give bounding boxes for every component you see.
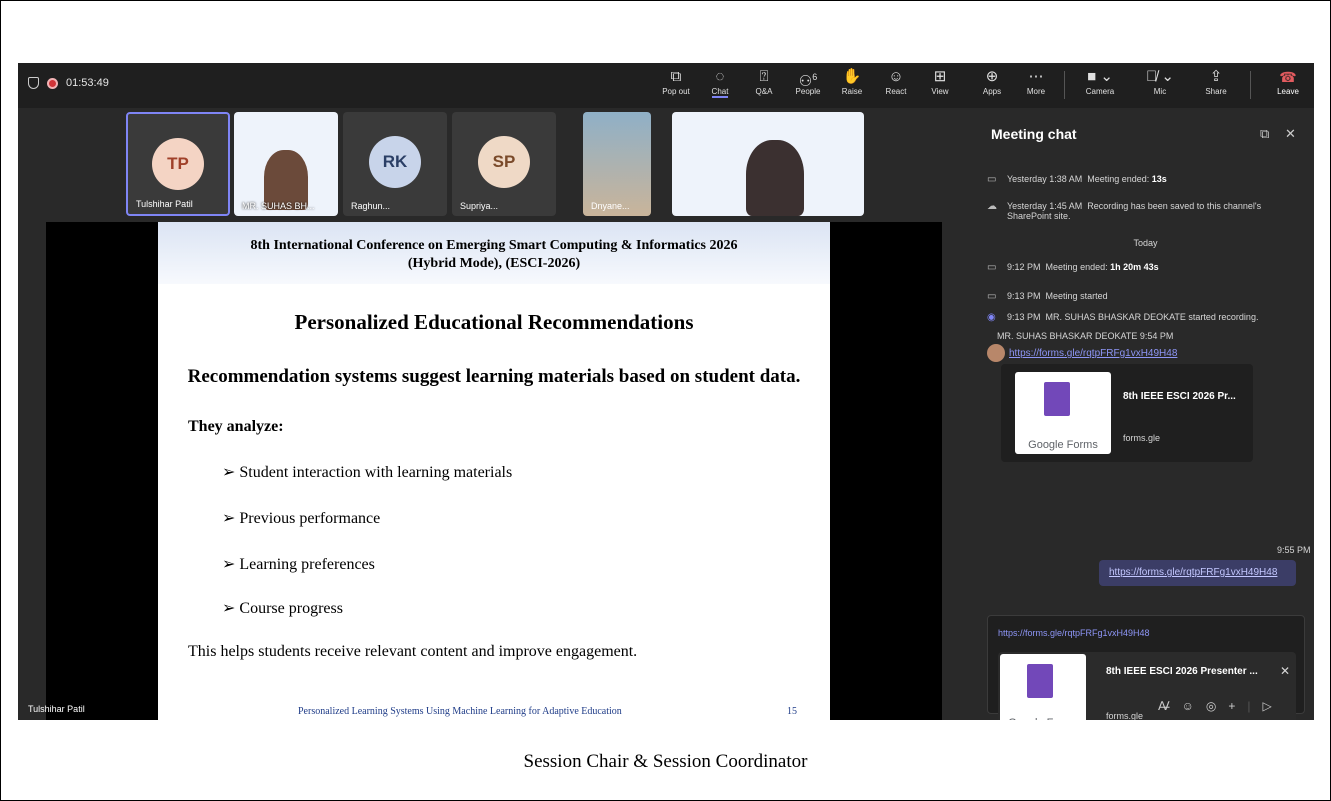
meeting-toolbar: 01:53:49 ⧉ Pop out ◌ Chat ⍰ Q&A ⚇6 Peopl… [18,63,1314,108]
slide-heading: Personalized Educational Recommendations [294,310,694,334]
avatar: SP [478,136,530,188]
share-button[interactable]: ⇪ Share [1198,67,1234,105]
slide-conference-subtitle: (Hybrid Mode), (ESCI-2026) [407,256,581,271]
google-forms-thumbnail: Google Forms [1015,372,1111,454]
chat-button[interactable]: ◌ Chat [702,67,738,105]
participant-video [746,140,804,216]
chat-event: ◉ 9:13 PM MR. SUHAS BHASKAR DEOKATE star… [987,312,1259,323]
message-timestamp: 9:55 PM [1277,545,1311,555]
video-icon: ▭ [987,262,997,273]
more-button[interactable]: ⋯ More [1018,67,1054,105]
video-icon: ▭ [987,174,997,185]
popout-icon: ⧉ [670,68,682,85]
video-icon: ▭ [987,291,997,302]
send-icon[interactable]: ▷ [1263,699,1272,713]
raise-hand-button[interactable]: ✋ Raise [834,67,870,105]
ellipsis-icon: ⋯ [1028,68,1044,85]
participant-tile-video[interactable]: MR. SUHAS BH... [234,112,338,216]
react-button[interactable]: ☺ React [878,67,914,105]
grid-icon: ⊞ [933,68,947,85]
toolbar-divider [1064,71,1065,99]
chat-event: ▭ 9:12 PM Meeting ended: 1h 20m 43s [987,262,1159,273]
record-icon: ◉ [987,312,996,323]
slide-page-number: 15 [787,706,797,717]
recording-icon [47,77,58,89]
presenter-name-label: Tulshihar Patil [28,704,85,714]
slide-conference-title: 8th International Conference on Emerging… [250,238,738,253]
message-link[interactable]: https://forms.gle/rqtpFRFg1vxH49H48 [1009,348,1177,359]
chat-event: ▭ 9:13 PM Meeting started [987,291,1108,302]
people-button[interactable]: ⚇6 People [790,67,826,105]
people-count: 6 [812,72,818,82]
chat-event: ▭ Yesterday 1:38 AM Meeting ended: 13s [987,174,1167,185]
avatar: TP [152,138,204,190]
participant-tile[interactable]: RK Raghun... [343,112,447,216]
document-caption: Session Chair & Session Coordinator [523,751,808,772]
people-icon: ⚇6 [798,72,818,90]
link-preview-card[interactable]: Google Forms 8th IEEE ESCI 2026 Pr... fo… [1001,364,1253,462]
forms-icon [1044,382,1070,416]
avatar: RK [369,136,421,188]
sent-message-bubble: https://forms.gle/rqtpFRFg1vxH49H48 [1099,560,1296,586]
plus-icon[interactable]: + [1228,699,1235,713]
date-divider: Today [1133,238,1158,248]
avatar [987,344,1005,362]
leave-button[interactable]: ☎ Leave [1268,67,1308,105]
view-button[interactable]: ⊞ View [922,67,958,105]
phone-hangup-icon: ☎ [1279,69,1297,85]
participant-tile-video[interactable] [672,112,864,216]
smiley-icon: ☺ [888,68,904,85]
meeting-status: 01:53:49 [28,77,109,89]
sent-message-link[interactable]: https://forms.gle/rqtpFRFg1vxH49H48 [1109,567,1277,578]
meeting-chat-panel: Meeting chat ⧉ ✕ ▭ Yesterday 1:38 AM Mee… [977,108,1314,720]
slide-bullet: ➢ Course progress [222,600,343,617]
camera-button[interactable]: ■ ⌄ Camera [1078,67,1122,105]
mic-muted-icon: 🎙̸ ⌄ [1146,68,1174,85]
mic-button[interactable]: 🎙̸ ⌄ Mic [1138,67,1182,105]
divider: | [1247,699,1251,713]
format-icon[interactable]: Ꜻ [1158,699,1170,713]
qa-icon: ⍰ [759,68,769,85]
compose-actions: Ꜻ ☺ ◎ + | ▷ [1158,699,1272,713]
slide-footer: Personalized Learning Systems Using Mach… [298,706,622,717]
slide-subheading: Recommendation systems suggest learning … [187,366,801,387]
slide-bullet: ➢ Previous performance [222,510,381,527]
slide-bullet: ➢ Student interaction with learning mate… [222,464,513,481]
loop-icon[interactable]: ◎ [1206,699,1216,713]
apps-button[interactable]: ⊕ Apps [974,67,1010,105]
google-forms-thumbnail: Google Forms [1000,654,1086,720]
participant-tile-video[interactable]: Dnyane... [583,112,651,216]
chat-event: ☁ Yesterday 1:45 AM Recording has been s… [987,201,1262,221]
close-icon[interactable]: ✕ [1285,126,1296,142]
chat-title: Meeting chat [991,126,1077,142]
teams-meeting-window: 01:53:49 ⧉ Pop out ◌ Chat ⍰ Q&A ⚇6 Peopl… [18,63,1314,720]
plus-box-icon: ⊕ [985,68,999,85]
remove-preview-icon[interactable]: ✕ [1280,664,1290,678]
popout-chat-icon[interactable]: ⧉ [1260,126,1269,142]
shield-icon [28,77,39,89]
slide-analyze-label: They analyze: [188,418,284,435]
qa-button[interactable]: ⍰ Q&A [746,67,782,105]
hand-icon: ✋ [842,68,862,85]
participant-tile[interactable]: TP Tulshihar Patil [126,112,230,216]
participant-tile[interactable]: SP Supriya... [452,112,556,216]
camera-icon: ■ ⌄ [1087,68,1113,85]
chat-icon: ◌ [715,68,725,85]
meeting-timer: 01:53:49 [66,77,109,89]
toolbar-divider [1250,71,1251,99]
emoji-icon[interactable]: ☺ [1182,699,1194,713]
popout-button[interactable]: ⧉ Pop out [658,67,694,105]
slide-conclusion: This helps students receive relevant con… [188,643,638,660]
compose-text[interactable]: https://forms.gle/rqtpFRFg1vxH49H48 [998,628,1150,638]
message-sender: MR. SUHAS BHASKAR DEOKATE 9:54 PM [997,331,1174,341]
share-icon: ⇪ [1209,68,1223,85]
forms-icon [1027,664,1053,698]
cloud-icon: ☁ [987,201,997,212]
slide-bullet: ➢ Learning preferences [222,556,375,573]
shared-slide: 8th International Conference on Emerging… [158,222,830,720]
